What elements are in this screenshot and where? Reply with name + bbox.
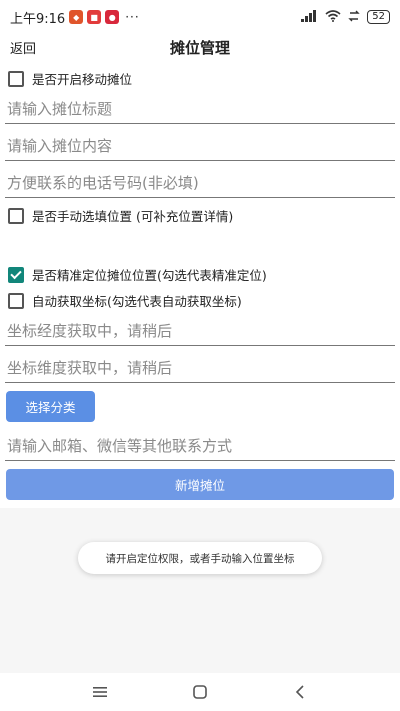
manual-location-option[interactable]: 是否手动选填位置 (可补充位置详情) <box>8 206 233 225</box>
phone-input[interactable] <box>5 168 395 197</box>
add-stall-button[interactable]: 新增摊位 <box>6 469 394 500</box>
stall-title-field <box>5 94 395 124</box>
manual-location-label: 是否手动选填位置 (可补充位置详情) <box>32 209 234 224</box>
wifi-icon <box>325 9 341 25</box>
precise-location-checkbox[interactable] <box>8 266 24 283</box>
app-header: 返回 摊位管理 <box>0 34 400 60</box>
contact-input[interactable] <box>5 431 395 460</box>
signal-icon <box>301 9 319 25</box>
back-button[interactable]: 返回 <box>10 38 36 57</box>
auto-coords-option[interactable]: 自动获取坐标(勾选代表自动获取坐标) <box>8 291 242 310</box>
manual-location-checkbox[interactable] <box>8 207 24 224</box>
page-title: 摊位管理 <box>169 38 230 57</box>
status-time: 上午9:16 <box>10 11 66 27</box>
latitude-field <box>5 353 395 383</box>
stall-content-input[interactable] <box>5 131 395 160</box>
more-notifications-icon: ··· <box>125 10 140 24</box>
stall-content-field <box>5 131 395 161</box>
precise-location-option[interactable]: 是否精准定位摊位位置(勾选代表精准定位) <box>8 265 267 284</box>
back-icon[interactable] <box>290 682 310 702</box>
status-left: 上午9:16 ◆ ■ ● ··· <box>10 8 140 27</box>
contact-field <box>5 431 395 461</box>
stall-title-input[interactable] <box>5 94 395 123</box>
select-category-button[interactable]: 选择分类 <box>6 391 95 422</box>
sync-icon <box>347 10 361 25</box>
mobile-stall-label: 是否开启移动摊位 <box>32 72 133 87</box>
app-notification-icon: ■ <box>87 10 102 24</box>
app-notification-icon: ● <box>105 10 120 24</box>
longitude-field <box>5 316 395 346</box>
mobile-stall-checkbox[interactable] <box>8 70 24 87</box>
auto-coords-label: 自动获取坐标(勾选代表自动获取坐标) <box>32 294 242 309</box>
auto-coords-checkbox[interactable] <box>8 292 24 309</box>
toast-message: 请开启定位权限，或者手动输入位置坐标 <box>78 542 322 574</box>
status-right: 52 <box>301 9 390 25</box>
status-bar: 上午9:16 ◆ ■ ● ··· 52 <box>0 0 400 34</box>
battery-indicator: 52 <box>367 10 390 24</box>
app-notification-icon: ◆ <box>69 10 84 24</box>
system-nav-bar <box>0 673 400 711</box>
phone-field <box>5 168 395 198</box>
mobile-stall-option[interactable]: 是否开启移动摊位 <box>8 69 132 88</box>
longitude-input[interactable] <box>5 316 395 345</box>
precise-location-label: 是否精准定位摊位位置(勾选代表精准定位) <box>32 268 267 283</box>
home-icon[interactable] <box>190 682 210 702</box>
content-background <box>0 508 400 673</box>
latitude-input[interactable] <box>5 353 395 382</box>
menu-icon[interactable] <box>90 682 110 702</box>
